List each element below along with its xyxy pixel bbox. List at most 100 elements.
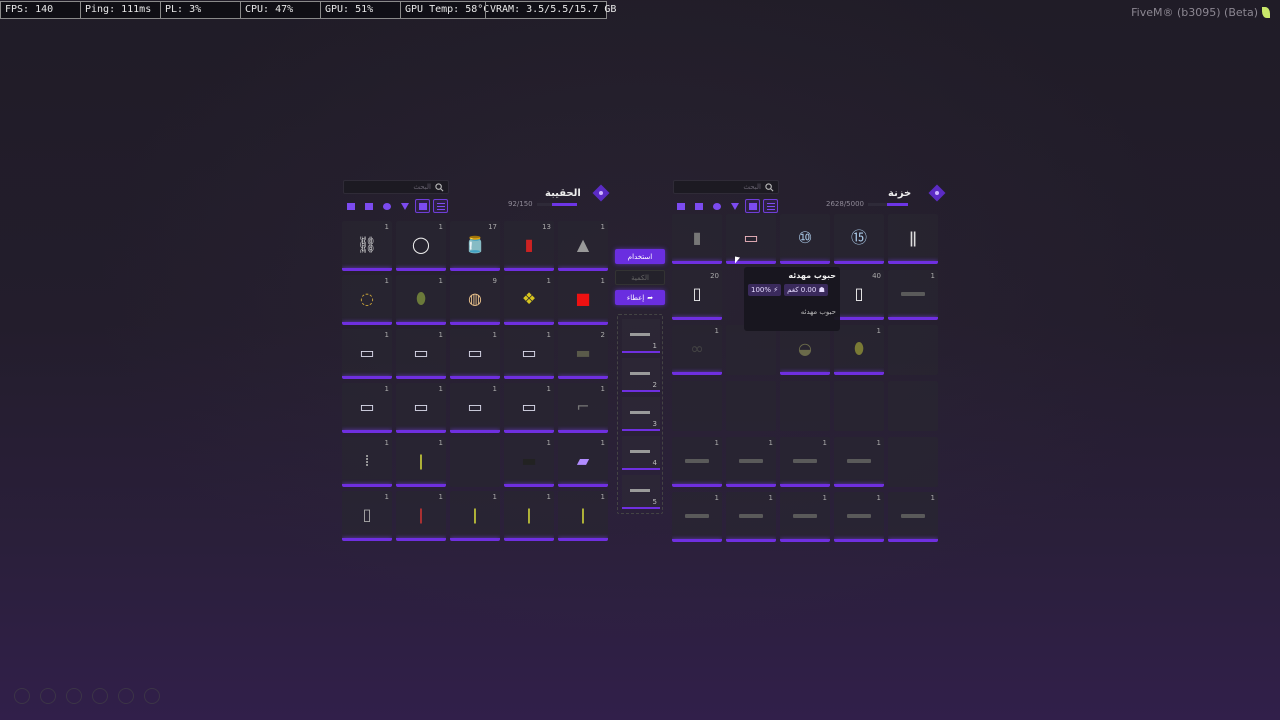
- inventory-slot[interactable]: ⑮: [834, 214, 884, 264]
- empty-slot[interactable]: [888, 380, 938, 431]
- inventory-slot[interactable]: 1 ∞: [672, 325, 722, 376]
- inventory-slot[interactable]: 1 ▰: [558, 437, 608, 487]
- fivem-watermark: FiveM® (b3095) (Beta): [1131, 6, 1270, 19]
- jar-icon: 🫙: [465, 235, 485, 254]
- inventory-slot[interactable]: ▭: [726, 214, 776, 264]
- handcuffs-icon: ⛓: [356, 235, 378, 254]
- player-search-input[interactable]: البحث: [343, 180, 449, 194]
- inventory-slot[interactable]: 17 🫙: [450, 221, 500, 271]
- inventory-slot[interactable]: 1ǀ: [396, 437, 446, 487]
- empty-slot[interactable]: [780, 380, 830, 431]
- rifle-icon: [901, 514, 925, 519]
- amount-input[interactable]: الكمية: [615, 270, 665, 285]
- empty-slot[interactable]: [726, 380, 776, 431]
- inventory-slot[interactable]: 1: [888, 269, 938, 320]
- inventory-slot[interactable]: 9 ◍: [450, 275, 500, 325]
- inventory-slot[interactable]: ǁ: [888, 214, 938, 264]
- item-quantity: 1: [438, 331, 443, 339]
- empty-slot[interactable]: [834, 380, 884, 431]
- inventory-slot[interactable]: ⑩: [780, 214, 830, 264]
- inventory-slot[interactable]: 1: [834, 436, 884, 487]
- inventory-slot[interactable]: 1: [672, 492, 722, 543]
- box-icon: [694, 202, 703, 210]
- hotbar-slot[interactable]: 4: [622, 436, 660, 470]
- empty-slot[interactable]: [672, 380, 722, 431]
- inventory-slot[interactable]: 1: [834, 492, 884, 543]
- give-button[interactable]: ➦ إعطاء: [615, 290, 665, 305]
- inventory-slot[interactable]: 1: [780, 492, 830, 543]
- player-filter-cube[interactable]: [379, 199, 394, 213]
- hotbar-slot[interactable]: 3: [622, 397, 660, 431]
- inventory-slot[interactable]: 1ǀ: [504, 491, 554, 541]
- hotbar-slot[interactable]: 2: [622, 358, 660, 392]
- inventory-slot[interactable]: 1: [672, 436, 722, 487]
- player-filter-wrench[interactable]: [415, 199, 430, 213]
- inventory-slot[interactable]: 1 ▭: [504, 329, 554, 379]
- inventory-slot[interactable]: 1 ◯: [396, 221, 446, 271]
- inventory-slot[interactable]: 40 ▯: [834, 269, 884, 320]
- inventory-slot[interactable]: 1 ◌: [342, 275, 392, 325]
- item-quantity: 1: [768, 438, 773, 447]
- empty-slot[interactable]: [888, 436, 938, 487]
- inventory-slot[interactable]: ◒: [780, 325, 830, 376]
- pill-bottle-icon: ▯: [692, 283, 702, 303]
- stash-filter-list[interactable]: [763, 199, 778, 213]
- inventory-slot[interactable]: 20 ▯: [672, 269, 722, 320]
- stash-filter-swap[interactable]: [745, 199, 760, 213]
- pistol-icon: ⌐: [576, 397, 590, 416]
- inventory-slot[interactable]: 1: [780, 436, 830, 487]
- inventory-slot[interactable]: 1 ▭: [342, 329, 392, 379]
- inventory-slot[interactable]: 1 ▭: [342, 383, 392, 433]
- inventory-slot[interactable]: 1 ▲: [558, 221, 608, 271]
- empty-slot[interactable]: [888, 325, 938, 376]
- inventory-slot[interactable]: 1 ⬮: [834, 325, 884, 376]
- stash-filter-shirt[interactable]: [673, 199, 688, 213]
- inventory-slot[interactable]: 1ǀ: [396, 491, 446, 541]
- stash-filter-gun[interactable]: [727, 199, 742, 213]
- item-quantity: 1: [546, 439, 551, 447]
- player-filter-gun[interactable]: [397, 199, 412, 213]
- item-quantity: 2: [600, 331, 605, 339]
- inventory-slot[interactable]: 1 ▭: [450, 383, 500, 433]
- inventory-slot[interactable]: 1 ▭: [396, 329, 446, 379]
- inventory-slot[interactable]: 1 ▭: [504, 383, 554, 433]
- use-button[interactable]: استخدام: [615, 249, 665, 264]
- inventory-slot[interactable]: 1 ▯: [342, 491, 392, 541]
- tooltip-durability: 100%: [751, 286, 772, 294]
- bottle-icon: ǀ: [418, 451, 424, 470]
- hotbar-slot[interactable]: 1: [622, 319, 660, 353]
- player-inventory-grid: 1 ⛓ 1 ◯ 17 🫙 13 ▮ 1 ▲ 1 ◌ 1 ⬮ 9 ◍ 1 ❖ 1 ■ 1 ▭ 1 ▭ 1 ▭ 1 ▭ 2 ▬ 1 ▭ 1 ▭ 1 ▭ 1 ▭…: [342, 221, 608, 541]
- stash-search-input[interactable]: البحث: [673, 180, 779, 194]
- player-filter-box[interactable]: [361, 199, 376, 213]
- shirt-icon: [676, 202, 685, 210]
- inventory-slot[interactable]: 1 ⛓: [342, 221, 392, 271]
- hotbar-slot[interactable]: 5: [622, 475, 660, 509]
- inventory-slot[interactable]: 1 ⌐: [558, 383, 608, 433]
- pen-icon: ⁞: [364, 451, 370, 470]
- device-icon: ▬: [521, 451, 537, 470]
- inventory-slot[interactable]: 2 ▬: [558, 329, 608, 379]
- inventory-slot[interactable]: ▮: [672, 214, 722, 264]
- inventory-slot[interactable]: 1 ▭: [396, 383, 446, 433]
- inventory-slot[interactable]: 1 ■: [558, 275, 608, 325]
- inventory-slot[interactable]: 1 ⬮: [396, 275, 446, 325]
- inventory-slot[interactable]: 1 ❖: [504, 275, 554, 325]
- stash-filter-cube[interactable]: [709, 199, 724, 213]
- inventory-slot[interactable]: 13 ▮: [504, 221, 554, 271]
- inventory-slot[interactable]: 1: [888, 492, 938, 543]
- stash-filter-box[interactable]: [691, 199, 706, 213]
- inventory-slot[interactable]: 1: [726, 492, 776, 543]
- use-button-label: استخدام: [627, 252, 653, 261]
- player-filter-shirt[interactable]: [343, 199, 358, 213]
- inventory-slot[interactable]: 1 ▬: [504, 437, 554, 487]
- inventory-slot[interactable]: 1 ⁞: [342, 437, 392, 487]
- item-quantity: 1: [438, 439, 443, 447]
- inventory-slot[interactable]: 1ǀ: [450, 491, 500, 541]
- inventory-slot[interactable]: 1ǀ: [558, 491, 608, 541]
- empty-slot[interactable]: [450, 437, 500, 487]
- empty-slot[interactable]: [726, 325, 776, 376]
- phone-icon: ▰: [576, 451, 590, 470]
- inventory-slot[interactable]: 1: [726, 436, 776, 487]
- inventory-slot[interactable]: 1 ▭: [450, 329, 500, 379]
- player-filter-list[interactable]: [433, 199, 448, 213]
